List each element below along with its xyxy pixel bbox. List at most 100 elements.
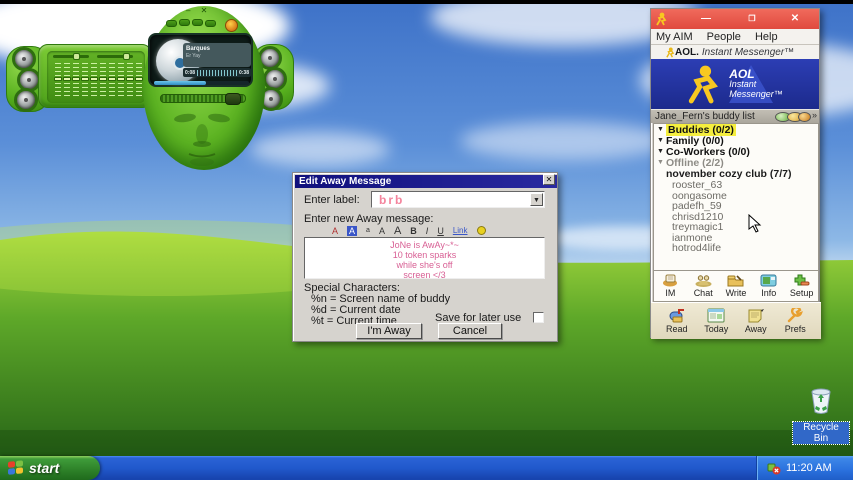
away-message-textarea[interactable]: JoNe is AwAy~*~ 10 token sparks while sh…	[304, 237, 545, 279]
small-font-button[interactable]: a	[366, 226, 370, 236]
close-icon[interactable]: ✕	[788, 13, 802, 25]
eq-band-slider[interactable]	[55, 63, 61, 97]
write-button[interactable]: Write	[720, 271, 753, 301]
cancel-button[interactable]: Cancel	[438, 323, 502, 339]
clock[interactable]: 11:20 AM	[786, 462, 832, 474]
banner-aol: AOL	[729, 69, 783, 79]
im-away-button[interactable]: I'm Away	[356, 323, 422, 339]
eq-band-slider[interactable]	[118, 63, 124, 97]
italic-button[interactable]: I	[426, 226, 429, 236]
recycle-bin-icon[interactable]	[806, 386, 836, 416]
bg-color-button[interactable]: A	[347, 226, 357, 236]
group-coworkers[interactable]: ▼ Co-Workers (0/0)	[654, 146, 818, 157]
tool-label: Write	[726, 288, 747, 298]
setup-tab-icon[interactable]	[798, 112, 811, 122]
speaker-icon	[12, 47, 36, 71]
eq-band-slider[interactable]	[109, 63, 115, 97]
large-font-button[interactable]: A	[394, 226, 401, 236]
alien-face	[143, 6, 265, 170]
tray-status-icon[interactable]	[767, 461, 781, 475]
font-color-button[interactable]: A	[332, 226, 338, 236]
aim-logo-row: AOL. Instant Messenger™	[651, 45, 819, 59]
group-offline[interactable]: ▼ Offline (2/2)	[654, 157, 818, 168]
minimize-icon[interactable]: —	[699, 13, 713, 25]
buddy-item[interactable]: chrisd1210	[654, 211, 818, 222]
buddy-item[interactable]: treymagic1	[654, 221, 818, 232]
balance-slider[interactable]	[53, 55, 89, 58]
chevron-down-icon[interactable]: ▼	[530, 193, 543, 206]
buddy-item[interactable]: ianmone	[654, 232, 818, 243]
group-buddies[interactable]: ▼ Buddies (0/2)	[654, 124, 818, 135]
today-button[interactable]: Today	[697, 303, 737, 339]
edit-away-message-dialog: Edit Away Message ✕ Enter label: brb ▼ E…	[292, 172, 558, 342]
tool-label: Info	[761, 288, 776, 298]
buddy-item[interactable]: oongasome	[654, 190, 818, 201]
buddy-item[interactable]: padefh_59	[654, 200, 818, 211]
recycle-bin[interactable]: Recycle Bin	[793, 386, 849, 446]
save-for-later-checkbox[interactable]	[533, 312, 544, 323]
buddy-item[interactable]: hotrod4life	[654, 242, 818, 253]
normal-font-button[interactable]: A	[379, 226, 385, 236]
bold-button[interactable]: B	[410, 226, 417, 236]
im-icon	[662, 274, 679, 287]
buddy-list: ▼ Buddies (0/2) ▼ Family (0/0) ▼ Co-Work…	[653, 123, 819, 271]
buddy-item[interactable]: rooster_63	[654, 179, 818, 190]
menu-people[interactable]: People	[707, 31, 741, 43]
dialog-title: Edit Away Message	[299, 176, 391, 187]
label-combo-box[interactable]: brb ▼	[371, 191, 545, 208]
menu-help[interactable]: Help	[755, 31, 778, 43]
write-icon	[727, 274, 744, 287]
wrench-icon	[786, 308, 804, 323]
away-message-line: screen </3	[305, 270, 544, 280]
read-button[interactable]: Read	[657, 303, 697, 339]
smiley-icon[interactable]	[477, 226, 486, 235]
enter-label-text: Enter label:	[304, 194, 360, 206]
start-label: start	[29, 460, 59, 476]
tool-label: Chat	[694, 288, 713, 298]
underline-button[interactable]: U	[437, 226, 444, 236]
prefs-button[interactable]: Prefs	[776, 303, 816, 339]
buddy-list-owner-label: Jane_Fern's buddy list	[655, 111, 755, 122]
eq-band-slider[interactable]	[64, 63, 70, 97]
banner-instant: Instant	[729, 79, 783, 89]
dialog-title-bar[interactable]: Edit Away Message	[295, 175, 557, 188]
eq-band-slider[interactable]	[136, 63, 142, 97]
eq-band-slider[interactable]	[91, 63, 97, 97]
tool-label: Read	[666, 324, 688, 334]
aim-product-text: Instant Messenger™	[702, 47, 794, 58]
aim-running-man-icon	[687, 64, 721, 104]
tool-label: IM	[665, 288, 675, 298]
im-button[interactable]: IM	[654, 271, 687, 301]
banner-messenger: Messenger™	[729, 89, 783, 99]
menu-my-aim[interactable]: My AIM	[656, 31, 693, 43]
group-family[interactable]: ▼ Family (0/0)	[654, 135, 818, 146]
eq-band-slider[interactable]	[127, 63, 133, 97]
chevron-icon[interactable]: »	[812, 110, 817, 120]
tree-arrow-icon[interactable]: ▼	[657, 148, 666, 155]
tree-arrow-icon[interactable]: ▼	[657, 137, 666, 144]
aol-brand-text: AOL.	[675, 47, 699, 58]
away-button[interactable]: Away	[736, 303, 776, 339]
windows-flag-icon	[8, 460, 24, 477]
banner-text: AOL Instant Messenger™	[729, 69, 783, 99]
start-button[interactable]: start	[0, 456, 100, 480]
link-button[interactable]: Link	[453, 226, 468, 236]
equalizer-panel	[38, 44, 152, 108]
volume-slider[interactable]	[97, 55, 133, 58]
close-icon[interactable]: ✕	[543, 174, 555, 185]
media-player-skin: – ✕ Barques Er Yay 0:08 0:38	[0, 2, 308, 177]
eq-band-slider[interactable]	[73, 63, 79, 97]
today-icon	[707, 308, 725, 323]
eq-band-slider[interactable]	[100, 63, 106, 97]
tree-arrow-icon[interactable]: ▼	[657, 126, 666, 133]
eq-band-slider[interactable]	[82, 63, 88, 97]
maximize-icon[interactable]: ❒	[745, 13, 759, 25]
info-button[interactable]: Info	[752, 271, 785, 301]
buddy-subgroup-header[interactable]: november cozy club (7/7)	[654, 168, 818, 179]
away-message-line: JoNe is AwAy~*~	[305, 240, 544, 250]
tree-arrow-icon[interactable]: ▼	[657, 159, 666, 166]
format-toolbar: A A a A A B I U Link	[304, 225, 545, 236]
setup-button[interactable]: Setup	[785, 271, 818, 301]
chat-button[interactable]: Chat	[687, 271, 720, 301]
desktop: – ✕ Barques Er Yay 0:08 0:38	[0, 0, 853, 480]
